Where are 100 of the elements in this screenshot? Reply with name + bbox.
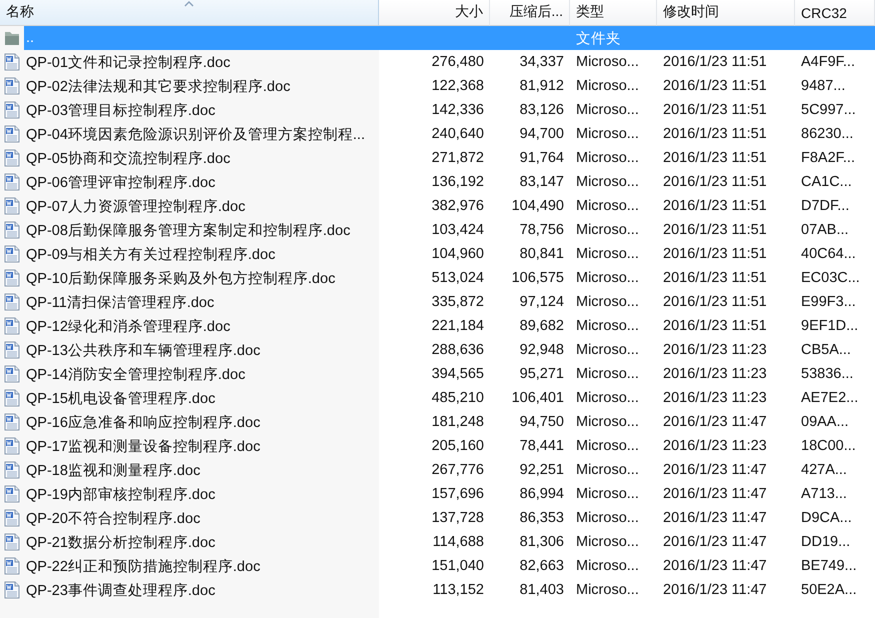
document-icon xyxy=(3,293,21,311)
packed-size: 91,764 xyxy=(518,149,565,168)
document-icon xyxy=(3,245,21,263)
file-name: QP-07人力资源管理控制程序.doc xyxy=(25,198,246,216)
modified-time: 2016/1/23 11:23 xyxy=(662,341,768,360)
file-size: 394,565 xyxy=(430,365,485,384)
folder-icon xyxy=(3,29,21,47)
packed-size: 81,912 xyxy=(518,77,565,96)
packed-size: 95,271 xyxy=(518,365,565,384)
crc-value: 50E2A... xyxy=(800,581,858,600)
file-type: Microso... xyxy=(575,101,640,120)
document-icon xyxy=(3,269,21,287)
file-type: Microso... xyxy=(575,581,640,600)
document-icon xyxy=(3,197,21,215)
crc-value: CA1C... xyxy=(800,173,853,192)
crc-value: 07AB... xyxy=(800,221,850,240)
crc-value: E99F3... xyxy=(800,293,857,312)
crc-value: A713... xyxy=(800,485,848,504)
file-name: QP-19内部审核控制程序.doc xyxy=(25,486,216,504)
file-name: QP-22纠正和预防措施控制程序.doc xyxy=(25,558,262,576)
document-icon xyxy=(3,581,21,599)
modified-time: 2016/1/23 11:23 xyxy=(662,437,768,456)
column-header[interactable]: 类型 xyxy=(570,0,657,26)
modified-time: 2016/1/23 11:47 xyxy=(662,461,768,480)
modified-time: 2016/1/23 11:47 xyxy=(662,533,768,552)
crc-value: 53836... xyxy=(800,365,854,384)
column-header[interactable]: CRC32 xyxy=(795,0,875,26)
document-icon xyxy=(3,173,21,191)
crc-value: AE7E2... xyxy=(800,389,860,408)
packed-size: 89,682 xyxy=(518,317,565,336)
file-size: 382,976 xyxy=(430,197,485,216)
file-type: Microso... xyxy=(575,389,640,408)
packed-size: 86,353 xyxy=(518,509,565,528)
packed-size: 78,441 xyxy=(518,437,565,456)
document-icon xyxy=(3,509,21,527)
packed-size: 92,948 xyxy=(518,341,565,360)
packed-size: 92,251 xyxy=(518,461,565,480)
file-size: 103,424 xyxy=(430,221,485,240)
file-size: 276,480 xyxy=(430,53,485,72)
file-name: QP-15机电设备管理程序.doc xyxy=(25,390,216,408)
file-type: Microso... xyxy=(575,533,640,552)
file-type: Microso... xyxy=(575,509,640,528)
column-header[interactable]: 修改时间 xyxy=(657,0,795,26)
file-size: 104,960 xyxy=(430,245,485,264)
crc-value: 40C64... xyxy=(800,245,857,264)
document-icon xyxy=(3,557,21,575)
file-type: Microso... xyxy=(575,221,640,240)
file-name: QP-05协商和交流控制程序.doc xyxy=(25,150,232,168)
file-size: 122,368 xyxy=(430,77,485,96)
crc-value: CB5A... xyxy=(800,341,852,360)
column-header[interactable]: 名称 xyxy=(0,0,379,26)
file-type: Microso... xyxy=(575,317,640,336)
modified-time: 2016/1/23 11:51 xyxy=(662,149,768,168)
crc-value: 18C00... xyxy=(800,437,857,456)
packed-size: 86,994 xyxy=(518,485,565,504)
modified-time: 2016/1/23 11:51 xyxy=(662,125,768,144)
document-icon xyxy=(3,317,21,335)
document-icon xyxy=(3,77,21,95)
crc-value: 9EF1D... xyxy=(800,317,860,336)
packed-size: 94,750 xyxy=(518,413,565,432)
crc-value: F8A2F... xyxy=(800,149,856,168)
file-name: QP-14消防安全管理控制程序.doc xyxy=(25,366,246,384)
file-name: QP-03管理目标控制程序.doc xyxy=(25,102,216,120)
modified-time: 2016/1/23 11:51 xyxy=(662,221,768,240)
crc-value: D7DF... xyxy=(800,197,850,216)
file-name: QP-11清扫保洁管理程序.doc xyxy=(25,294,216,312)
modified-time: 2016/1/23 11:47 xyxy=(662,485,768,504)
document-icon xyxy=(3,413,21,431)
file-type: Microso... xyxy=(575,557,640,576)
crc-value: 09AA... xyxy=(800,413,850,432)
modified-time: 2016/1/23 11:23 xyxy=(662,365,768,384)
file-name: QP-23事件调查处理程序.doc xyxy=(25,582,216,600)
file-name: QP-10后勤保障服务采购及外包方控制程序.doc xyxy=(25,270,336,288)
packed-size: 81,306 xyxy=(518,533,565,552)
file-type: Microso... xyxy=(575,125,640,144)
file-type: Microso... xyxy=(575,413,640,432)
file-type: Microso... xyxy=(575,269,640,288)
packed-size: 82,663 xyxy=(518,557,565,576)
packed-size: 94,700 xyxy=(518,125,565,144)
modified-time: 2016/1/23 11:47 xyxy=(662,557,768,576)
modified-time: 2016/1/23 11:51 xyxy=(662,293,768,312)
crc-value: 86230... xyxy=(800,125,854,144)
file-size: 205,160 xyxy=(430,437,485,456)
modified-time: 2016/1/23 11:47 xyxy=(662,581,768,600)
column-header[interactable]: 大小 xyxy=(379,0,490,26)
modified-time: 2016/1/23 11:51 xyxy=(662,245,768,264)
file-name: QP-06管理评审控制程序.doc xyxy=(25,174,216,192)
crc-value: D9CA... xyxy=(800,509,853,528)
modified-time: 2016/1/23 11:51 xyxy=(662,317,768,336)
packed-size: 34,337 xyxy=(518,53,565,72)
file-name: QP-18监视和测量程序.doc xyxy=(25,462,202,480)
file-name: QP-04环境因素危险源识别评价及管理方案控制程... xyxy=(25,126,366,144)
document-icon xyxy=(3,53,21,71)
file-name: QP-13公共秩序和车辆管理程序.doc xyxy=(25,342,262,360)
crc-value: BE749... xyxy=(800,557,858,576)
crc-value: 5C997... xyxy=(800,101,857,120)
column-header[interactable]: 压缩后... xyxy=(490,0,570,26)
file-name: QP-20不符合控制程序.doc xyxy=(25,510,202,528)
document-icon xyxy=(3,533,21,551)
file-type: Microso... xyxy=(575,341,640,360)
